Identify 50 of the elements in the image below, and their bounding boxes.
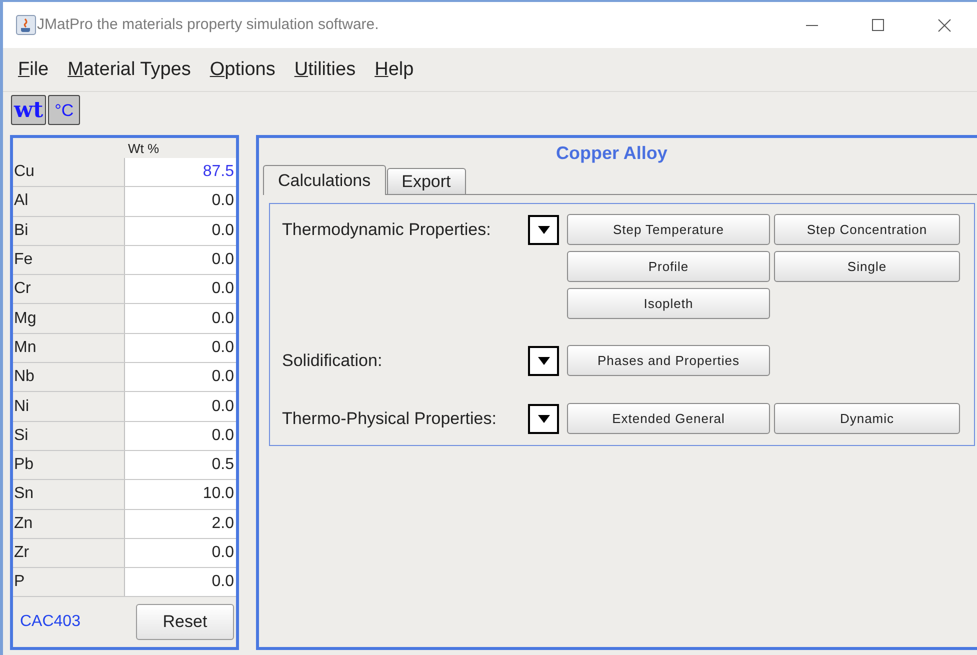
down-triangle-icon: [538, 357, 550, 365]
calculation-button[interactable]: Profile: [567, 251, 770, 282]
menu-item[interactable]: Material Types: [68, 60, 191, 79]
unit-button[interactable]: wt: [11, 95, 46, 125]
calculation-button[interactable]: Phases and Properties: [567, 345, 770, 376]
value-cell[interactable]: 0.0: [125, 216, 236, 245]
section-label: Solidification:: [282, 350, 384, 372]
calculation-button[interactable]: Single: [774, 251, 960, 282]
calculation-button[interactable]: Isopleth: [567, 288, 770, 319]
menu-item[interactable]: Utilities: [294, 60, 356, 79]
dropdown-button[interactable]: [528, 215, 559, 245]
section-label: Thermodynamic Properties:: [282, 219, 492, 242]
value-cell[interactable]: 0.5: [125, 450, 236, 480]
panel-title: Copper Alloy: [556, 142, 668, 165]
value-cell[interactable]: 0.0: [125, 363, 236, 392]
tab[interactable]: Calculations: [263, 165, 386, 195]
column-header: Wt %: [128, 140, 160, 158]
value-cell[interactable]: 0.0: [125, 538, 236, 568]
reset-button[interactable]: Reset: [136, 604, 234, 640]
down-triangle-icon: [538, 415, 550, 423]
calculation-button[interactable]: Extended General: [567, 403, 770, 434]
value-cell[interactable]: 0.0: [125, 304, 236, 333]
menu-item[interactable]: File: [18, 60, 49, 79]
tab[interactable]: Export: [386, 168, 466, 194]
calculation-button[interactable]: Step Temperature: [567, 214, 770, 245]
menu-item[interactable]: Options: [210, 60, 276, 79]
value-cell[interactable]: 0.0: [125, 187, 236, 216]
value-cell[interactable]: 2.0: [125, 510, 236, 538]
dropdown-button[interactable]: [528, 404, 559, 434]
coffee-cup-icon: [16, 15, 36, 35]
value-cell[interactable]: 0.0: [125, 275, 236, 304]
minimize-icon: [806, 24, 818, 26]
calculation-button[interactable]: Dynamic: [774, 403, 960, 434]
unit-button[interactable]: °C: [48, 95, 80, 125]
value-cell[interactable]: 0.0: [125, 422, 236, 450]
section-label: Thermo-Physical Properties:: [282, 408, 498, 430]
value-cell[interactable]: 0.0: [125, 334, 236, 362]
menu-item[interactable]: Help: [374, 60, 414, 79]
value-cell[interactable]: 87.5: [125, 158, 236, 186]
alloy-code: CAC403: [20, 612, 80, 632]
value-cell[interactable]: 0.0: [125, 246, 236, 274]
value-cell[interactable]: 0.0: [125, 392, 236, 421]
close-icon: [938, 18, 950, 32]
maximize-icon: [872, 19, 884, 31]
value-cell[interactable]: 10.0: [125, 480, 236, 509]
window-title: JMatPro the materials property simulation software.: [37, 14, 379, 35]
value-cell[interactable]: 0.0: [125, 568, 236, 596]
calculation-button[interactable]: Step Concentration: [774, 214, 960, 245]
down-triangle-icon: [538, 226, 550, 234]
dropdown-button[interactable]: [528, 346, 559, 376]
